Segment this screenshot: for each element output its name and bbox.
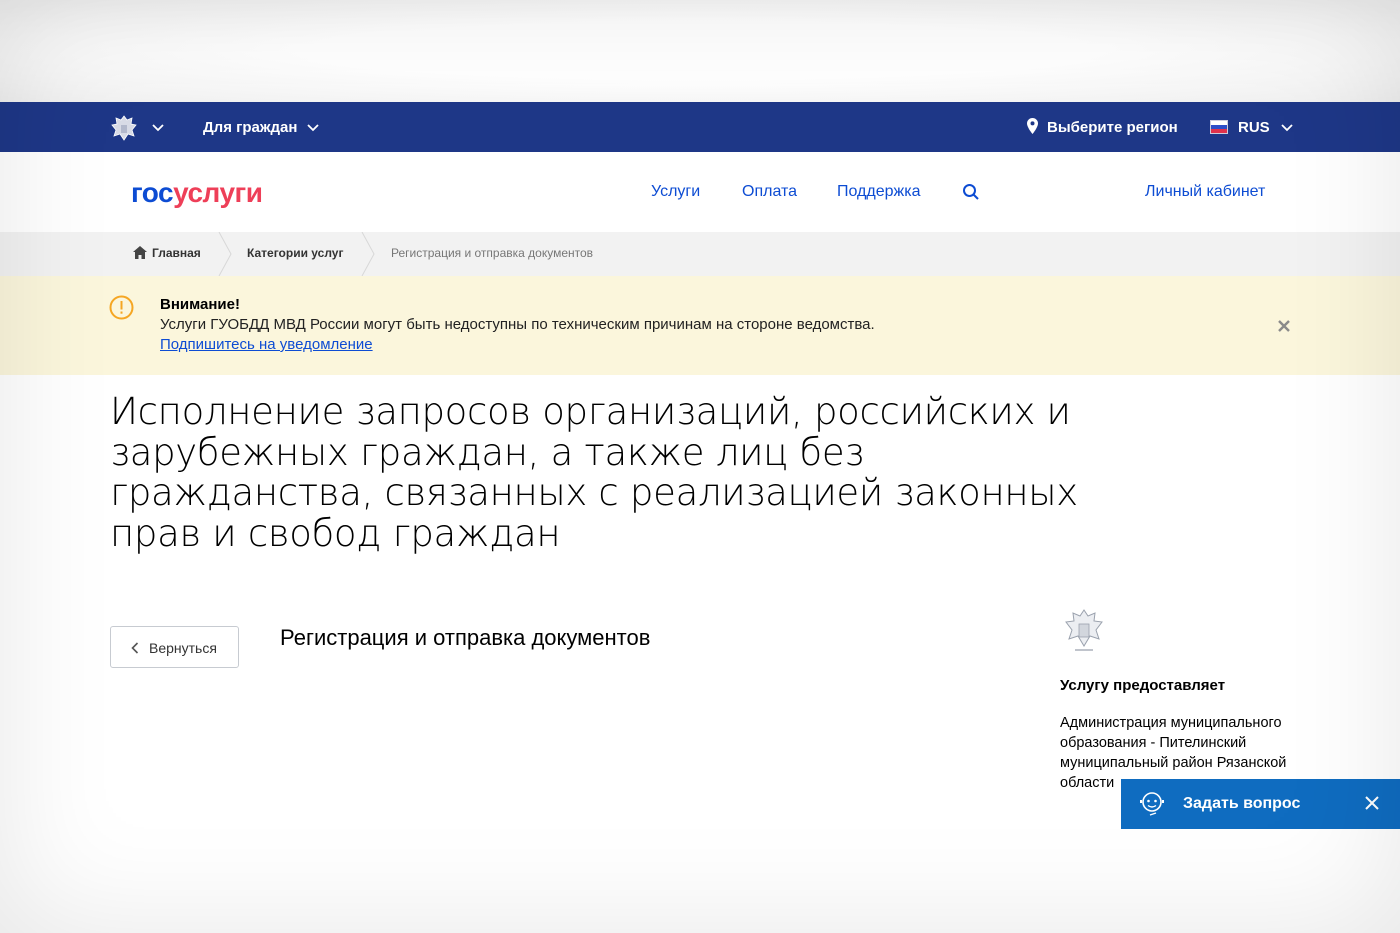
logo-part-gos: гос — [131, 177, 174, 208]
back-button[interactable]: Вернуться — [110, 626, 239, 668]
personal-cabinet-link[interactable]: Личный кабинет — [1145, 183, 1265, 201]
site-header: госуслуги Услуги Оплата Поддержка Личный… — [0, 152, 1400, 232]
nav-support[interactable]: Поддержка — [837, 183, 920, 201]
breadcrumb-categories[interactable]: Категории услуг — [247, 246, 343, 260]
breadcrumb-separator — [218, 232, 232, 276]
subscribe-link[interactable]: Подпишитесь на уведомление — [160, 336, 373, 353]
close-icon[interactable] — [1277, 319, 1291, 333]
ask-question-label: Задать вопрос — [1183, 795, 1301, 812]
warning-banner: Внимание! Услуги ГУОБДД МВД России могут… — [0, 276, 1400, 375]
breadcrumb-home[interactable]: Главная — [152, 246, 201, 260]
nav-payment[interactable]: Оплата — [742, 183, 797, 201]
breadcrumb: Главная Категории услуг Регистрация и от… — [0, 232, 1400, 276]
top-bar: Для граждан Выберите регион RUS — [0, 102, 1400, 152]
chevron-down-icon[interactable] — [1281, 124, 1293, 132]
emblem-icon — [1065, 609, 1103, 651]
page-title: Исполнение запросов организаций, российс… — [110, 390, 1078, 555]
language-selector[interactable]: RUS — [1238, 119, 1270, 136]
ask-question-widget[interactable]: Задать вопрос — [1121, 779, 1400, 829]
home-icon[interactable] — [133, 246, 147, 259]
breadcrumb-separator — [361, 232, 375, 276]
gosuslugi-logo[interactable]: госуслуги — [131, 177, 263, 209]
back-button-label: Вернуться — [149, 640, 217, 656]
support-agent-icon — [1140, 792, 1164, 816]
nav-services[interactable]: Услуги — [651, 183, 700, 201]
breadcrumb-current: Регистрация и отправка документов — [391, 246, 594, 260]
warning-icon — [109, 295, 134, 320]
alert-text: Услуги ГУОБДД МВД России могут быть недо… — [160, 316, 875, 333]
search-icon[interactable] — [962, 183, 980, 201]
chevron-left-icon — [131, 642, 139, 654]
provider-heading: Услугу предоставляет — [1060, 677, 1226, 694]
chevron-down-icon[interactable] — [307, 124, 319, 132]
alert-title: Внимание! — [160, 296, 240, 313]
russia-flag-icon[interactable] — [1210, 120, 1228, 134]
region-selector[interactable]: Выберите регион — [1047, 119, 1178, 136]
emblem-icon[interactable] — [110, 113, 138, 143]
service-title: Регистрация и отправка документов — [280, 625, 651, 650]
location-pin-icon[interactable] — [1027, 118, 1038, 134]
logo-part-uslugi: услуги — [173, 177, 263, 208]
chevron-down-icon[interactable] — [152, 124, 164, 132]
for-citizens-menu[interactable]: Для граждан — [203, 119, 297, 136]
top-margin — [0, 0, 1400, 102]
close-icon[interactable] — [1364, 795, 1380, 811]
